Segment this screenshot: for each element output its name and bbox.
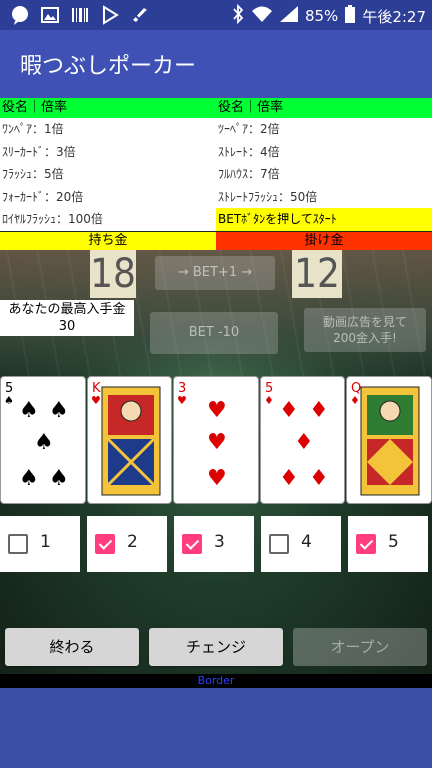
max-win-box: あなたの最高入手金 30 bbox=[0, 300, 134, 336]
video-ad-button[interactable]: 動画広告を見て 200金入手! bbox=[304, 308, 426, 352]
quit-button[interactable]: 終わる bbox=[5, 628, 139, 666]
svg-text:♥: ♥ bbox=[91, 394, 101, 407]
battery-percent: 85% bbox=[304, 7, 339, 25]
paytable-row: ﾛｲﾔﾙﾌﾗｯｼｭ：100倍 bbox=[2, 212, 103, 226]
hold-checkbox-1[interactable]: 1 bbox=[0, 516, 80, 572]
border-label: Border bbox=[197, 674, 235, 687]
card-hand: 5 ♠ ♠ ♠ ♠ ♠ ♠ K ♥ 3 ♥ ♥ ♥ ♥ 5 ♦ ♦ ♦ ♦ ♦ … bbox=[0, 376, 432, 504]
paytable-row: ｽﾄﾚｰﾄﾌﾗｯｼｭ：50倍 bbox=[218, 189, 318, 204]
max-win-value: 30 bbox=[58, 319, 76, 334]
svg-text:♦: ♦ bbox=[264, 394, 274, 407]
paytable-header-right: 役名｜倍率 bbox=[218, 100, 284, 115]
bet-amount-label: 掛け金 bbox=[216, 232, 432, 250]
change-button[interactable]: チェンジ bbox=[149, 628, 283, 666]
hold-checkbox-5[interactable]: 5 bbox=[348, 516, 428, 572]
paytable-row: ﾜﾝﾍﾟｱ：1倍 bbox=[2, 122, 64, 136]
battery-icon bbox=[344, 4, 356, 28]
svg-text:♦: ♦ bbox=[350, 394, 360, 407]
hold-checkbox-3[interactable]: 3 bbox=[174, 516, 254, 572]
barcode-icon bbox=[70, 5, 90, 25]
max-win-label: あなたの最高入手金 bbox=[8, 302, 126, 317]
paytable-row: ﾌﾙﾊｳｽ：7倍 bbox=[218, 167, 280, 181]
app-title: 暇つぶしポーカー bbox=[20, 54, 197, 79]
paytable-row: ﾌｫｰｶｰﾄﾞ：20倍 bbox=[2, 189, 84, 204]
image-icon bbox=[40, 5, 60, 25]
hold-checkbox-4[interactable]: 4 bbox=[261, 516, 341, 572]
paytable-row: ｽﾄﾚｰﾄ：4倍 bbox=[218, 144, 280, 159]
paytable-row: ﾌﾗｯｼｭ：5倍 bbox=[2, 167, 64, 181]
bluetooth-icon bbox=[231, 3, 245, 28]
hold-checkbox-label: 5 bbox=[388, 532, 399, 552]
paytable-left: ﾜﾝﾍﾟｱ：1倍 ｽﾘｰｶｰﾄﾞ：3倍 ﾌﾗｯｼｭ：5倍 ﾌｫｰｶｰﾄﾞ：20倍… bbox=[0, 118, 216, 231]
paytable-header-left: 役名｜倍率 bbox=[2, 100, 68, 115]
card-3-three-of-hearts[interactable]: 3 ♥ ♥ ♥ ♥ bbox=[173, 376, 259, 504]
svg-text:♠: ♠ bbox=[19, 466, 39, 491]
game-area: 役名｜倍率 役名｜倍率 ﾜﾝﾍﾟｱ：1倍 ｽﾘｰｶｰﾄﾞ：3倍 ﾌﾗｯｼｭ：5倍… bbox=[0, 98, 432, 700]
svg-text:♦: ♦ bbox=[309, 466, 329, 491]
hold-checkbox-row: 1 2 3 4 5 bbox=[0, 516, 432, 572]
bottom-strip bbox=[0, 688, 432, 700]
paytable-row: ｽﾘｰｶｰﾄﾞ：3倍 bbox=[2, 144, 76, 159]
paytable-row: ﾂｰﾍﾟｱ：2倍 bbox=[218, 122, 280, 136]
paytable-header-right-cell: 役名｜倍率 bbox=[216, 98, 432, 118]
hold-checkbox-label: 3 bbox=[214, 532, 225, 552]
svg-text:♦: ♦ bbox=[279, 466, 299, 491]
svg-text:♥: ♥ bbox=[207, 466, 227, 491]
checkbox-unchecked[interactable] bbox=[269, 534, 289, 554]
card-1-five-of-spades[interactable]: 5 ♠ ♠ ♠ ♠ ♠ ♠ bbox=[0, 376, 86, 504]
svg-text:♠: ♠ bbox=[34, 430, 54, 455]
wifi-icon bbox=[251, 5, 273, 27]
svg-text:♠: ♠ bbox=[4, 394, 14, 407]
check-icon bbox=[130, 5, 150, 25]
held-money-value: 18 bbox=[90, 250, 136, 298]
held-money-label: 持ち金 bbox=[0, 232, 216, 250]
svg-text:♠: ♠ bbox=[49, 466, 69, 491]
checkbox-unchecked[interactable] bbox=[8, 534, 28, 554]
svg-text:♠: ♠ bbox=[19, 398, 39, 423]
svg-text:♥: ♥ bbox=[207, 398, 227, 423]
paytable-right: ﾂｰﾍﾟｱ：2倍 ｽﾄﾚｰﾄ：4倍 ﾌﾙﾊｳｽ：7倍 ｽﾄﾚｰﾄﾌﾗｯｼｭ：50… bbox=[216, 118, 432, 231]
play-store-icon bbox=[100, 5, 120, 25]
card-4-five-of-diamonds[interactable]: 5 ♦ ♦ ♦ ♦ ♦ ♦ bbox=[259, 376, 346, 504]
svg-text:♥: ♥ bbox=[207, 430, 227, 455]
open-button[interactable]: オープン bbox=[293, 628, 427, 666]
svg-text:♥: ♥ bbox=[177, 394, 187, 407]
checkbox-checked[interactable] bbox=[95, 534, 115, 554]
card-5-queen-of-diamonds[interactable]: Q ♦ bbox=[346, 376, 432, 504]
svg-text:♠: ♠ bbox=[49, 398, 69, 423]
bet-plus-button[interactable]: → BET+1 → bbox=[155, 256, 275, 290]
checkbox-checked[interactable] bbox=[182, 534, 202, 554]
svg-text:♦: ♦ bbox=[294, 430, 314, 455]
card-2-king-of-hearts[interactable]: K ♥ bbox=[86, 376, 173, 504]
video-ad-label: 動画広告を見て 200金入手! bbox=[322, 315, 407, 345]
border-bar: Border bbox=[0, 674, 432, 688]
checkbox-checked[interactable] bbox=[356, 534, 376, 554]
svg-text:♦: ♦ bbox=[279, 398, 299, 423]
bet-amount-value: 12 bbox=[292, 250, 342, 298]
hold-checkbox-label: 2 bbox=[127, 532, 138, 552]
app-bar: 暇つぶしポーカー bbox=[0, 30, 432, 98]
hold-checkbox-label: 4 bbox=[301, 532, 312, 552]
chat-icon bbox=[10, 5, 30, 25]
clock: 午後2:27 bbox=[362, 7, 426, 26]
signal-icon bbox=[279, 5, 299, 27]
bet-minus-10-button[interactable]: BET -10 bbox=[150, 312, 278, 354]
svg-text:♦: ♦ bbox=[309, 398, 329, 423]
hold-checkbox-label: 1 bbox=[40, 532, 51, 552]
status-bar: 85% 午後2:27 bbox=[0, 0, 432, 30]
start-hint: BETﾎﾞﾀﾝを押してｽﾀｰﾄ bbox=[216, 208, 432, 231]
hold-checkbox-2[interactable]: 2 bbox=[87, 516, 167, 572]
